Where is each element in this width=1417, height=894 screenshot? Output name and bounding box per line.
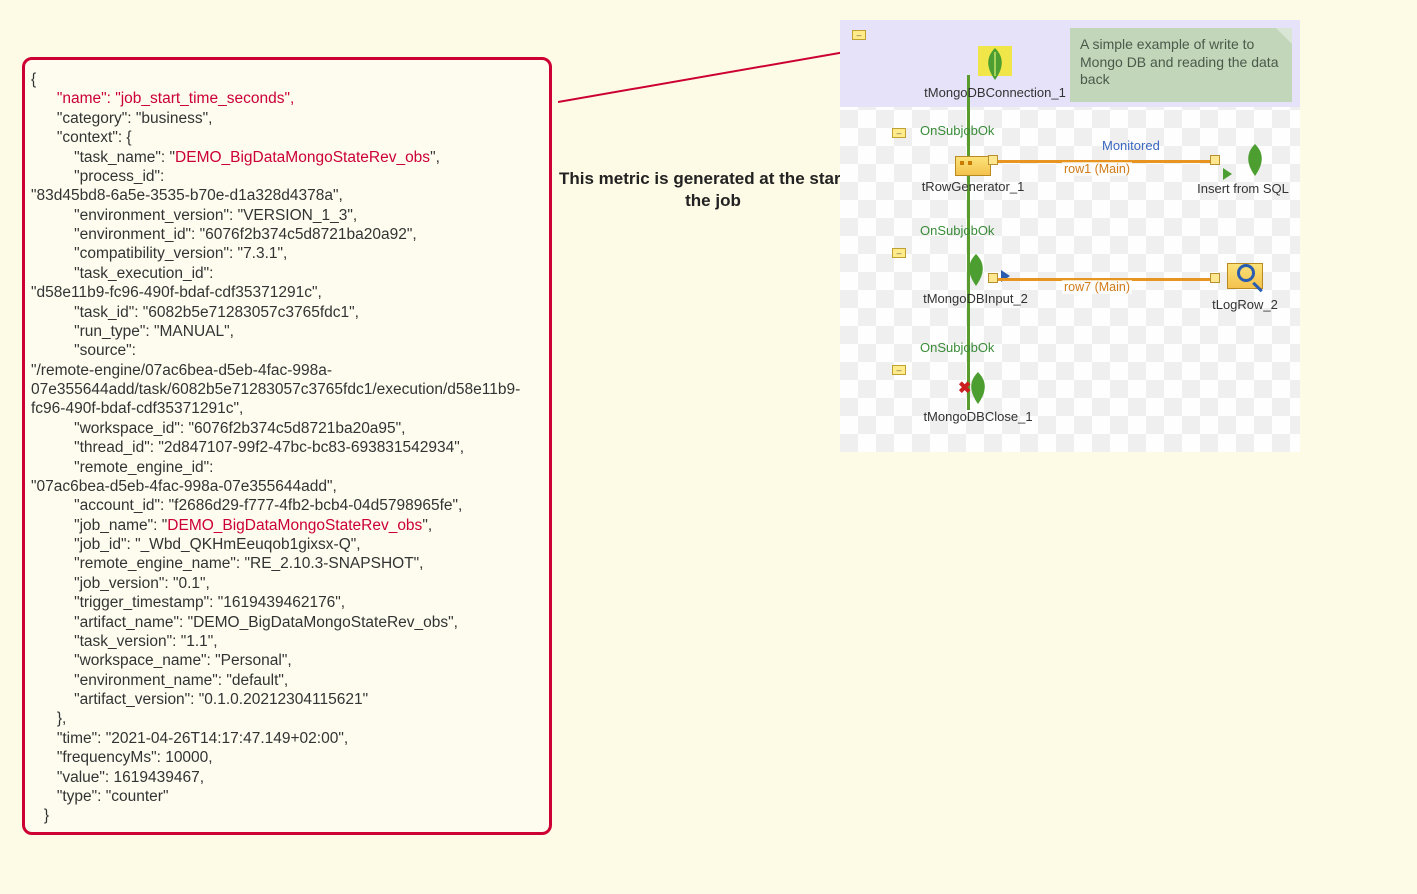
flow-label: row7 (Main) xyxy=(1062,280,1132,294)
node-mongo-connection[interactable]: tMongoDBConnection_1 xyxy=(920,46,1070,100)
collapse-icon[interactable]: – xyxy=(892,128,906,138)
collapse-icon[interactable]: – xyxy=(892,365,906,375)
metric-json-box: { "name": "job_start_time_seconds", "cat… xyxy=(22,57,552,835)
flow-label: row1 (Main) xyxy=(1062,162,1132,176)
node-label: tMongoDBClose_1 xyxy=(913,409,1043,424)
monitored-label: Monitored xyxy=(1102,138,1160,153)
collapse-icon[interactable]: – xyxy=(892,248,906,258)
pointer-arrow xyxy=(558,42,878,142)
node-mongo-close[interactable]: ✖ tMongoDBClose_1 xyxy=(913,370,1043,424)
node-row-generator[interactable]: tRowGenerator_1 xyxy=(913,148,1033,194)
trigger-label: OnSubjobOk xyxy=(920,223,994,238)
node-label: tMongoDBInput_2 xyxy=(913,291,1038,306)
node-label: tRowGenerator_1 xyxy=(913,179,1033,194)
collapse-icon[interactable]: – xyxy=(852,30,866,40)
node-label: tMongoDBConnection_1 xyxy=(920,85,1070,100)
node-label: Insert from SQL xyxy=(1188,181,1298,196)
node-label: tLogRow_2 xyxy=(1200,297,1290,312)
node-log-row[interactable]: tLogRow_2 xyxy=(1200,258,1290,312)
metric-caption: This metric is generated at the start of… xyxy=(558,168,868,212)
diagram-note: A simple example of write to Mongo DB an… xyxy=(1070,28,1292,102)
node-insert-from-sql[interactable]: Insert from SQL xyxy=(1188,142,1298,196)
trigger-label: OnSubjobOk xyxy=(920,123,994,138)
talend-job-diagram: A simple example of write to Mongo DB an… xyxy=(840,20,1300,452)
trigger-label: OnSubjobOk xyxy=(920,340,994,355)
